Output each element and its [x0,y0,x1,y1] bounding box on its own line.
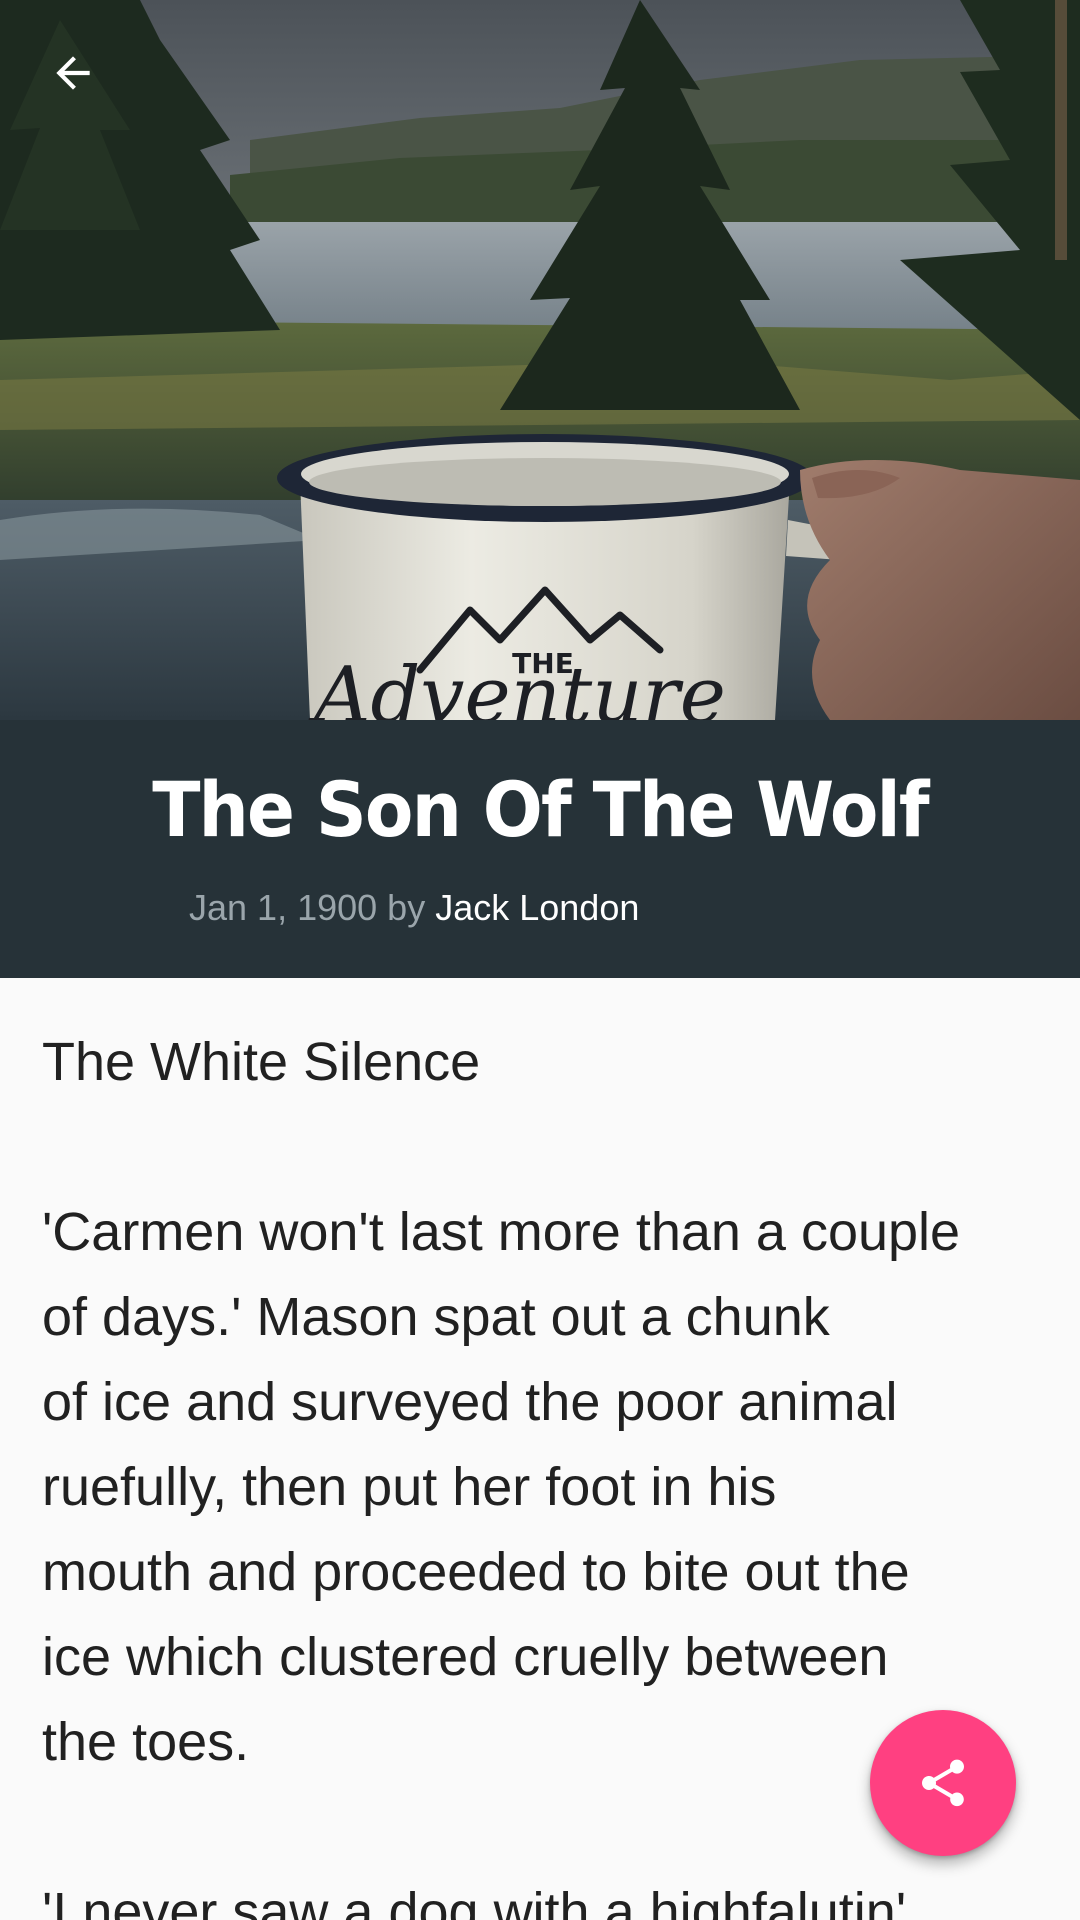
author-name[interactable]: Jack London [435,887,639,928]
publish-date: Jan 1, 1900 [189,887,378,928]
article-screen: THE Adventure The Son Of The Wolf Jan 1,… [0,0,1080,1920]
share-icon [922,1759,964,1807]
article-title: The Son Of The Wolf [152,765,929,854]
back-button[interactable] [28,28,118,118]
paragraph: 'Carmen won't last more than a couple of… [42,1202,961,1772]
title-band: The Son Of The Wolf Jan 1, 1900 by Jack … [0,720,1080,978]
hero-image: THE Adventure [0,0,1080,720]
mug-label-script: Adventure [308,651,726,720]
by-label: by [387,887,426,928]
article-meta: Jan 1, 1900 by Jack London [189,890,639,926]
paragraph: 'I never saw a dog with a highfalutin' [42,1882,907,1920]
share-button[interactable] [870,1710,1016,1856]
chapter-title: The White Silence [42,1032,481,1092]
arrow-left-icon [56,56,90,90]
